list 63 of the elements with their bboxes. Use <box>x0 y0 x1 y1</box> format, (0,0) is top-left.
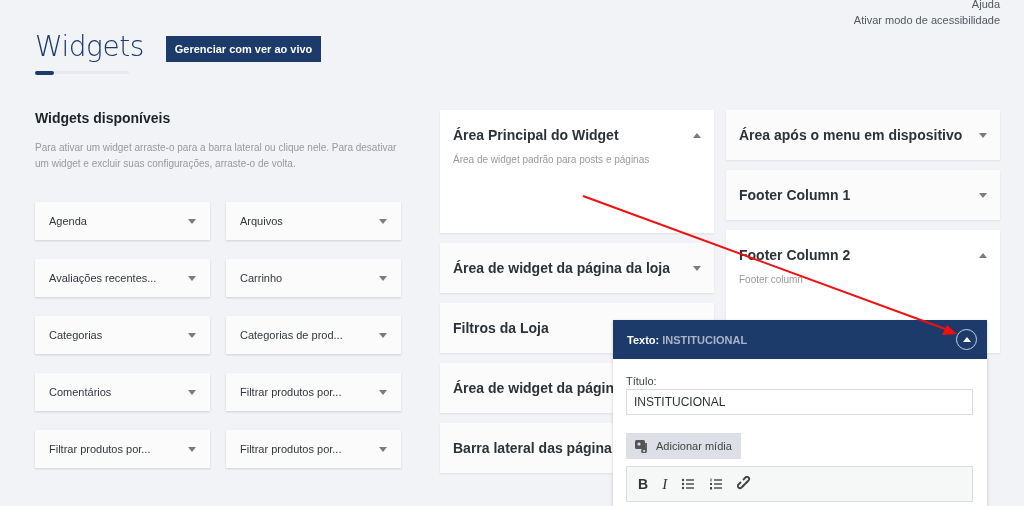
caret-icon <box>188 275 196 281</box>
widget-item[interactable]: Filtrar produtos por... <box>35 430 210 468</box>
area-title: Área de widget da págin <box>453 380 615 396</box>
media-icon <box>634 439 650 453</box>
widget-item[interactable]: Categorias de prod... <box>226 316 401 354</box>
field-label: Título: <box>626 375 657 387</box>
area-title: Footer Column 1 <box>739 187 851 203</box>
manage-live-button[interactable]: Gerenciar com ver ao vivo <box>165 36 322 62</box>
widget-item[interactable]: Carrinho <box>226 259 401 297</box>
caret-icon <box>379 389 387 395</box>
format-button[interactable]: I <box>662 475 668 493</box>
caret-icon <box>979 252 987 258</box>
widget-header[interactable]: Texto: INSTITUCIONAL <box>613 320 987 359</box>
add-media-button[interactable]: Adicionar mídia <box>626 433 741 459</box>
widget-label: Categorias <box>49 329 103 341</box>
widget-area-card[interactable]: Área Principal do Widget Área de widget padrão para posts e páginas <box>440 110 714 233</box>
widget-item[interactable]: Filtrar produtos por... <box>226 430 401 468</box>
title-input[interactable]: INSTITUCIONAL <box>626 389 973 415</box>
bullet-list-icon[interactable] <box>681 477 696 491</box>
widget-label: Avaliações recentes... <box>49 272 157 284</box>
format-button[interactable]: B <box>638 476 649 492</box>
caret-icon <box>979 132 987 138</box>
caret-icon <box>693 265 701 271</box>
caret-icon <box>188 218 196 224</box>
caret-icon <box>379 332 387 338</box>
section-description: Para ativar um widget arraste-o para a barra lateral ou clique nele. Para desativar um widget e excluir suas configurações, arraste-o de volta. <box>35 141 398 171</box>
widget-item[interactable]: Categorias <box>35 316 210 354</box>
caret-icon <box>188 389 196 395</box>
area-title: Barra lateral das página <box>453 440 612 456</box>
widget-area-card[interactable]: Área após o menu em dispositivo <box>726 110 1000 160</box>
caret-icon <box>693 132 701 138</box>
widget-label: Comentários <box>49 386 112 398</box>
caret-icon <box>379 218 387 224</box>
page-title: Widgets <box>35 30 144 63</box>
header-link[interactable]: Ativar modo de acessibilidade <box>853 14 1000 26</box>
area-title: Filtros da Loja <box>453 320 549 336</box>
caret-icon <box>379 275 387 281</box>
section-title: Widgets disponíveis <box>35 110 172 126</box>
numbered-list-icon[interactable] <box>709 477 724 491</box>
area-title: Área após o menu em dispositivo <box>739 127 963 143</box>
widget-label: Arquivos <box>240 215 283 227</box>
widget-area-card[interactable]: Footer Column 1 <box>726 170 1000 220</box>
caret-icon <box>188 446 196 452</box>
widget-label: Agenda <box>49 215 87 227</box>
widget-label: Filtrar produtos por... <box>240 443 342 455</box>
widget-area-card[interactable]: Área de widget da página da loja <box>440 243 714 293</box>
caret-icon <box>188 332 196 338</box>
area-description: Área de widget padrão para posts e páginas <box>453 154 651 165</box>
area-title: Área Principal do Widget <box>453 127 619 143</box>
widget-label: Filtrar produtos por... <box>49 443 151 455</box>
widget-item[interactable]: Comentários <box>35 373 210 411</box>
widget-item[interactable]: Arquivos <box>226 202 401 240</box>
caret-icon <box>979 192 987 198</box>
widget-item[interactable]: Filtrar produtos por... <box>226 373 401 411</box>
area-description: Footer column <box>739 274 804 285</box>
widget-label: Categorias de prod... <box>240 329 343 341</box>
area-title: Área de widget da página da loja <box>453 260 671 276</box>
header-link[interactable]: Ajuda <box>971 0 1000 10</box>
widget-item[interactable]: Avaliações recentes... <box>35 259 210 297</box>
widget-item[interactable]: Agenda <box>35 202 210 240</box>
widget-label: Carrinho <box>240 272 283 284</box>
caret-icon <box>379 446 387 452</box>
widget-label: Filtrar produtos por... <box>240 386 342 398</box>
